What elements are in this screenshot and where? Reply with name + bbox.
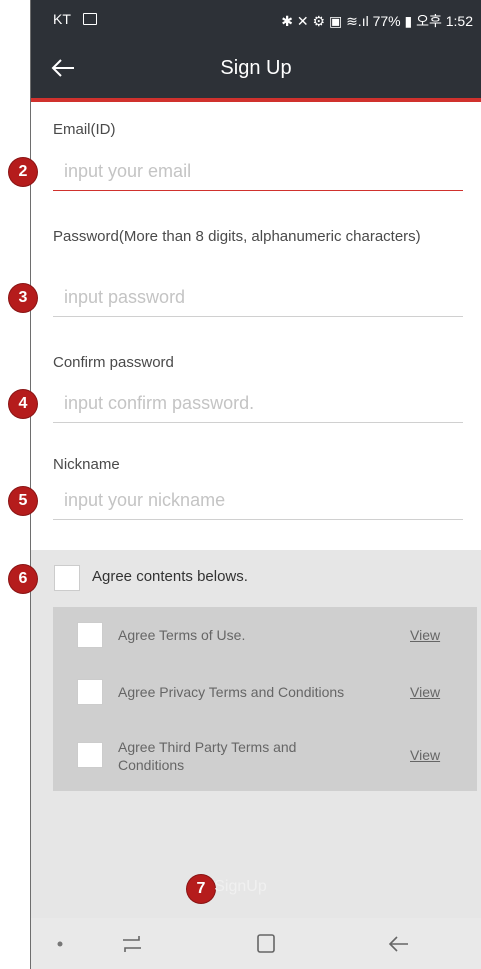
agree-all-checkbox[interactable] <box>54 565 80 591</box>
step-badge-2: 2 <box>9 158 37 186</box>
gallery-icon <box>83 13 97 25</box>
back-nav-icon[interactable] <box>386 931 412 957</box>
terms-of-use-checkbox[interactable] <box>77 622 103 648</box>
password-field[interactable] <box>53 279 463 317</box>
password-label: Password(More than 8 digits, alphanumeri… <box>53 228 421 245</box>
confirm-password-field[interactable] <box>53 385 463 423</box>
step-badge-5: 5 <box>9 487 37 515</box>
confirm-password-label: Confirm password <box>53 354 174 371</box>
third-party-terms-checkbox[interactable] <box>77 742 103 768</box>
privacy-terms-checkbox[interactable] <box>77 679 103 705</box>
privacy-terms-view-link[interactable]: View <box>410 684 440 700</box>
step-badge-6: 6 <box>9 565 37 593</box>
third-party-terms-label: Agree Third Party Terms and Conditions <box>118 739 297 773</box>
app-bar: Sign Up <box>31 40 481 98</box>
page-title: Sign Up <box>220 57 292 79</box>
step-badge-3: 3 <box>9 284 37 312</box>
email-field[interactable] <box>53 153 463 191</box>
header-accent-line <box>31 98 481 102</box>
recent-apps-icon[interactable] <box>119 931 145 957</box>
status-bar: KT ✱ ✕ ⚙ ▣ ≋.ıl 77% ▮ 오후 1:52 <box>31 0 481 40</box>
third-party-terms-view-link[interactable]: View <box>410 747 440 763</box>
status-indicators: ✱ ✕ ⚙ ▣ ≋.ıl 77% ▮ 오후 1:52 <box>281 13 473 29</box>
carrier-label: KT <box>53 11 71 27</box>
email-label: Email(ID) <box>53 121 116 138</box>
signup-button[interactable]: SignUp <box>0 878 481 896</box>
privacy-terms-label: Agree Privacy Terms and Conditions <box>118 684 345 700</box>
terms-of-use-view-link[interactable]: View <box>410 627 440 643</box>
step-badge-4: 4 <box>9 390 37 418</box>
system-nav-bar <box>31 918 481 969</box>
nickname-field[interactable] <box>53 482 463 520</box>
home-icon[interactable] <box>253 931 279 957</box>
dot-indicator-icon <box>57 941 63 947</box>
agree-all-label: Agree contents belows. <box>92 568 248 585</box>
nickname-label: Nickname <box>53 456 120 473</box>
terms-of-use-label: Agree Terms of Use. <box>118 627 246 643</box>
